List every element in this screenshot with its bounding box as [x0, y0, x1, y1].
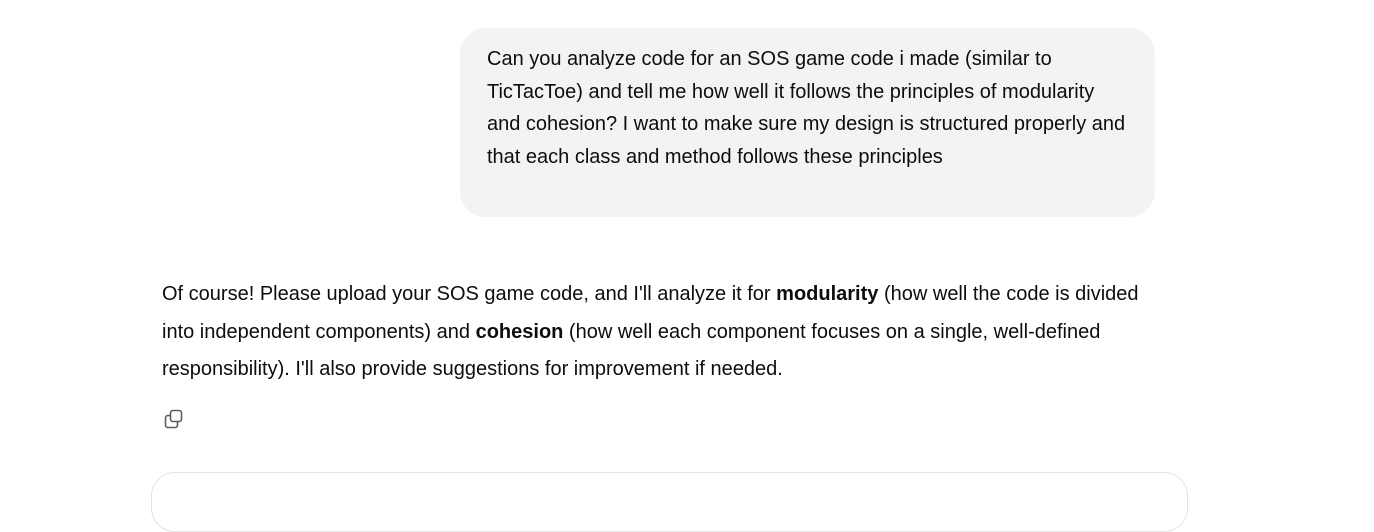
assistant-bold-modularity: modularity: [776, 283, 879, 305]
assistant-bold-cohesion: cohesion: [475, 320, 564, 343]
copy-icon: [164, 409, 183, 429]
user-message-bubble: Can you analyze code for an SOS game cod…: [460, 28, 1155, 217]
assistant-message: Of course! Please upload your SOS game c…: [162, 276, 1172, 389]
assistant-text-part-1: Of course! Please upload your SOS game c…: [162, 283, 777, 305]
user-message-text: Can you analyze code for an SOS game cod…: [487, 48, 1126, 168]
message-composer[interactable]: [151, 472, 1188, 532]
copy-button[interactable]: [158, 403, 190, 435]
